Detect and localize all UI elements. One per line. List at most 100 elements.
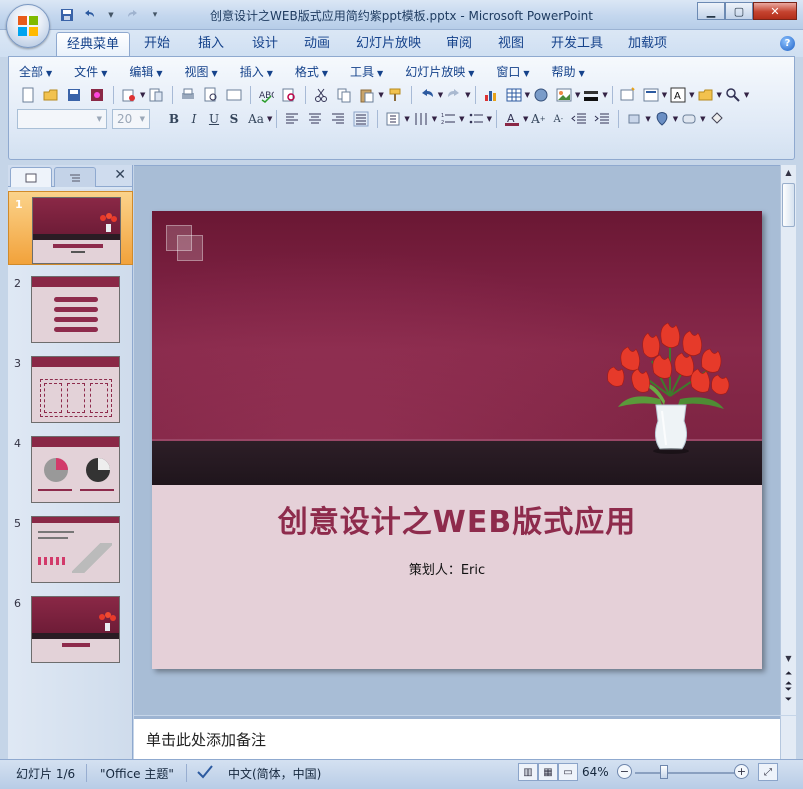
- zoom-in-icon[interactable]: +: [734, 764, 749, 779]
- slide-thumbnail-3[interactable]: 3: [8, 351, 133, 425]
- close-button[interactable]: ✕: [753, 2, 797, 20]
- zoom-level[interactable]: 64%: [582, 765, 609, 779]
- scroll-thumb[interactable]: [782, 183, 795, 227]
- increase-indent-icon[interactable]: [591, 109, 613, 129]
- menu-help[interactable]: 帮助 ▼: [552, 63, 585, 81]
- current-slide[interactable]: 创意设计之WEB版式应用 策划人：Eric: [152, 211, 762, 669]
- slide-thumbnail-6[interactable]: 6: [8, 591, 133, 665]
- minimize-button[interactable]: ▁: [697, 2, 725, 20]
- format-painter-icon[interactable]: [384, 85, 406, 105]
- tab-slides[interactable]: [10, 167, 52, 187]
- layout-icon[interactable]: [640, 85, 662, 105]
- vertical-scrollbar[interactable]: ▲ ▼ ⏶ ⏶ ⏷ ⏷: [780, 165, 796, 715]
- chart-icon[interactable]: [480, 85, 502, 105]
- print-icon[interactable]: [177, 85, 199, 105]
- tab-addins[interactable]: 加载项: [618, 32, 677, 57]
- menu-file[interactable]: 文件 ▼: [74, 63, 107, 81]
- new-slide-icon[interactable]: [617, 85, 639, 105]
- close-icon[interactable]: ✕: [114, 167, 126, 183]
- paste-icon[interactable]: [356, 85, 378, 105]
- zoom-out-icon[interactable]: −: [617, 764, 632, 779]
- italic-icon[interactable]: I: [184, 109, 204, 129]
- cut-icon[interactable]: [310, 85, 332, 105]
- slide-title[interactable]: 创意设计之WEB版式应用: [152, 497, 762, 541]
- menu-view[interactable]: 视图 ▼: [185, 63, 218, 81]
- spell-check-icon[interactable]: [196, 763, 214, 782]
- menu-tools[interactable]: 工具 ▼: [350, 63, 383, 81]
- open-folder-icon[interactable]: [40, 85, 62, 105]
- slide-thumbnail-5[interactable]: 5: [8, 511, 133, 585]
- send-icon[interactable]: [118, 85, 140, 105]
- language-indicator[interactable]: 中文(简体，中国): [228, 765, 321, 782]
- save-icon[interactable]: [63, 85, 85, 105]
- notes-placeholder[interactable]: 单击此处添加备注: [146, 729, 266, 750]
- zoom-slider-track[interactable]: [635, 772, 735, 774]
- menu-insert[interactable]: 插入 ▼: [240, 63, 273, 81]
- slide-thumbnail-1[interactable]: 1: [8, 191, 133, 265]
- new-file-icon[interactable]: [17, 85, 39, 105]
- line-color-icon[interactable]: [580, 85, 602, 105]
- line-dropdown-icon[interactable]: ▼: [602, 91, 607, 99]
- publish-icon[interactable]: [145, 85, 167, 105]
- slide-thumbnail-2[interactable]: 2: [8, 271, 133, 345]
- tab-slideshow[interactable]: 幻灯片放映: [346, 32, 431, 57]
- fill-bucket-icon[interactable]: [706, 109, 728, 129]
- notes-pane[interactable]: 单击此处添加备注: [134, 716, 780, 759]
- menu-all[interactable]: 全部 ▼: [19, 63, 52, 81]
- font-size-select[interactable]: 20 ▼: [112, 109, 150, 129]
- slide-sorter-icon[interactable]: ▦: [538, 763, 558, 781]
- change-case-icon[interactable]: Aa: [244, 109, 268, 129]
- bold-icon[interactable]: B: [164, 109, 184, 129]
- find-icon[interactable]: [722, 85, 744, 105]
- shape-fill-icon[interactable]: [623, 109, 645, 129]
- slideshow-view-icon[interactable]: ▭: [558, 763, 578, 781]
- tab-animation[interactable]: 动画: [294, 32, 340, 57]
- office-button[interactable]: [6, 4, 50, 48]
- tab-review[interactable]: 审阅: [436, 32, 482, 57]
- menu-edit[interactable]: 编辑 ▼: [129, 63, 162, 81]
- scroll-up-icon[interactable]: ▲: [781, 165, 796, 181]
- text-direction-icon[interactable]: [382, 109, 404, 129]
- menu-format[interactable]: 格式 ▼: [295, 63, 328, 81]
- redo-icon[interactable]: [443, 85, 465, 105]
- scroll-down-icon[interactable]: ▼: [781, 651, 796, 667]
- next-slide-icon[interactable]: ⏷ ⏷: [781, 685, 796, 705]
- tab-classic-menu[interactable]: 经典菜单: [56, 32, 131, 57]
- clipart-icon[interactable]: [530, 85, 552, 105]
- slide-thumbnail-4[interactable]: 4: [8, 431, 133, 505]
- justify-icon[interactable]: [350, 109, 372, 129]
- change-case-dropdown-icon[interactable]: ▼: [267, 115, 272, 123]
- align-text-icon[interactable]: [410, 109, 432, 129]
- menu-slideshow[interactable]: 幻灯片放映 ▼: [405, 63, 474, 81]
- numbering-icon[interactable]: 12: [437, 109, 459, 129]
- tab-developer[interactable]: 开发工具: [541, 32, 613, 57]
- theme-name[interactable]: "Office 主题": [100, 765, 174, 782]
- tab-insert[interactable]: 插入: [188, 32, 234, 57]
- tab-view[interactable]: 视图: [488, 32, 534, 57]
- picture-icon[interactable]: [553, 85, 575, 105]
- maximize-button[interactable]: ▢: [725, 2, 753, 20]
- help-icon[interactable]: ?: [780, 36, 795, 51]
- align-center-icon[interactable]: [304, 109, 326, 129]
- redo-dropdown-icon[interactable]: ▼: [465, 91, 470, 99]
- slide-subtitle[interactable]: 策划人：Eric: [152, 559, 742, 578]
- normal-view-icon[interactable]: ▥: [518, 763, 538, 781]
- tab-design[interactable]: 设计: [242, 32, 288, 57]
- spelling-icon[interactable]: ABC: [255, 85, 277, 105]
- shape-outline-icon[interactable]: [651, 109, 673, 129]
- menu-window[interactable]: 窗口 ▼: [496, 63, 529, 81]
- font-name-select[interactable]: ▼: [17, 109, 107, 129]
- align-left-icon[interactable]: [281, 109, 303, 129]
- align-right-icon[interactable]: [327, 109, 349, 129]
- font-color-icon[interactable]: A: [501, 109, 523, 129]
- underline-icon[interactable]: U: [204, 109, 224, 129]
- permission-icon[interactable]: [86, 85, 108, 105]
- shadow-icon[interactable]: S: [224, 109, 244, 129]
- tab-outline[interactable]: [54, 167, 96, 187]
- table-icon[interactable]: [503, 85, 525, 105]
- decrease-indent-icon[interactable]: [568, 109, 590, 129]
- shape-effects-icon[interactable]: [678, 109, 700, 129]
- slide-view-icon[interactable]: [223, 85, 245, 105]
- increase-font-icon[interactable]: A +: [528, 109, 548, 129]
- zoom-slider-thumb[interactable]: [660, 765, 668, 779]
